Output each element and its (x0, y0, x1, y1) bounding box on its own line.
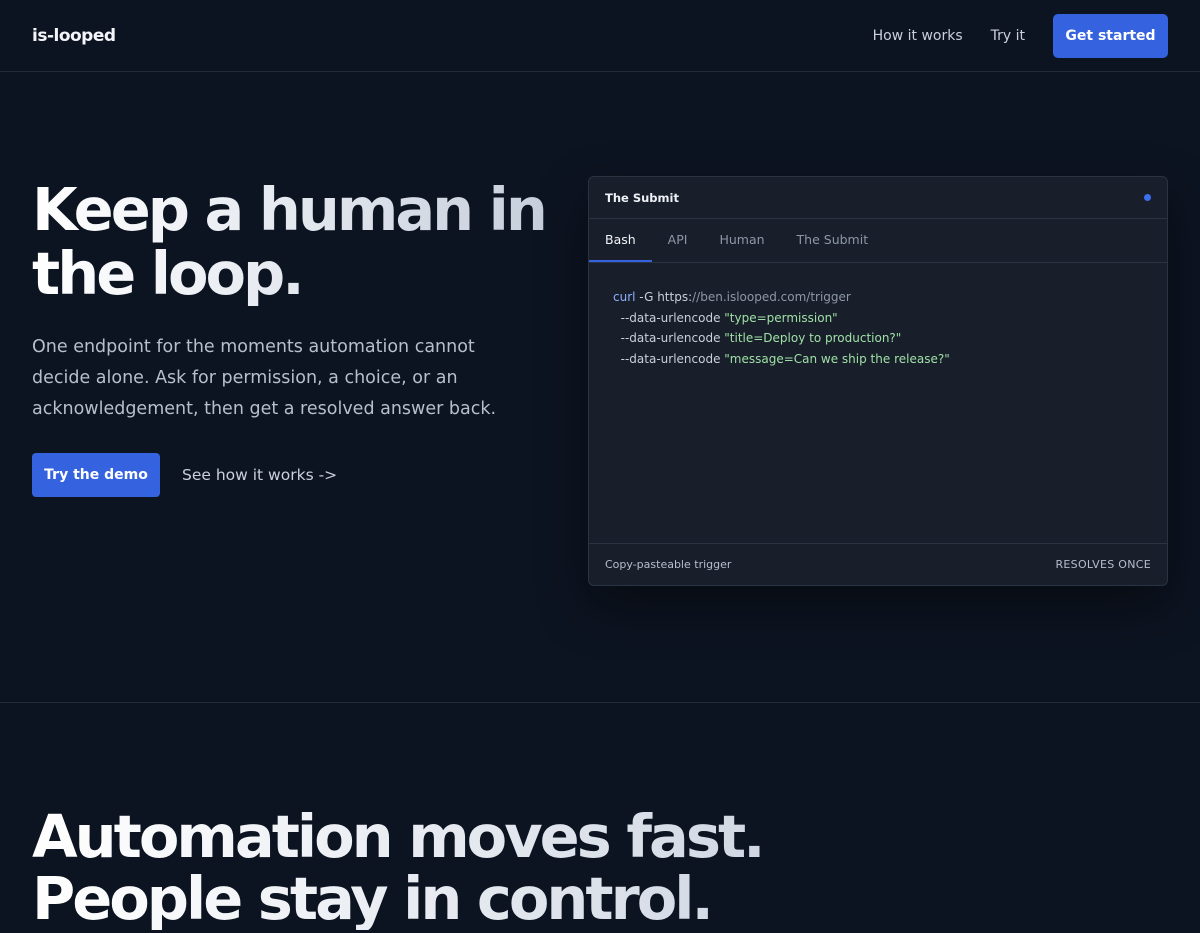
logo[interactable]: is-looped (32, 26, 116, 46)
get-started-button[interactable]: Get started (1053, 13, 1168, 58)
code-string-title: "title=Deploy to production?" (724, 331, 902, 345)
nav-how-it-works[interactable]: How it works (873, 28, 963, 44)
section-divider (0, 702, 1200, 703)
site-header: is-looped How it works Try it Get starte… (0, 0, 1200, 72)
resolves-once-badge: RESOLVES ONCE (1055, 558, 1151, 571)
tab-the-submit[interactable]: The Submit (781, 219, 885, 262)
code-string-type: "type=permission" (724, 310, 838, 325)
code-flag-line-4: --data-urlencode (613, 351, 725, 366)
hero-subtitle: One endpoint for the moments automation … (32, 337, 497, 419)
card-footer-label: Copy-pasteable trigger (605, 558, 732, 571)
card-header: The Submit (589, 177, 1167, 219)
hero-actions: Try the demo See how it works -> (32, 453, 337, 497)
tab-bash[interactable]: Bash (589, 219, 652, 262)
try-demo-button[interactable]: Try the demo (32, 453, 160, 497)
code-block[interactable]: curl -G https://ben.islooped.com/trigger… (589, 263, 1167, 543)
code-string-message: "message=Can we ship the release?" (724, 351, 950, 366)
top-nav: How it works Try it Get started (873, 13, 1168, 58)
hero-title-line-1: Keep a human in (32, 175, 545, 244)
code-tabs: Bash API Human The Submit (589, 219, 1167, 263)
nav-try-it[interactable]: Try it (991, 28, 1025, 44)
section-title-line-1: Automation moves fast. (32, 802, 763, 871)
code-flag-line-3: --data-urlencode (613, 331, 725, 345)
section-title-line-2: People stay in control. (32, 864, 711, 933)
code-sample-card: The Submit Bash API Human The Submit cur… (588, 176, 1168, 586)
status-dot-icon (1144, 194, 1151, 201)
code-command: curl (613, 290, 636, 304)
code-url-scheme: https: (657, 290, 693, 304)
card-title: The Submit (605, 190, 679, 205)
tab-human[interactable]: Human (703, 219, 780, 262)
code-flag-line-2: --data-urlencode (613, 310, 725, 325)
tab-api[interactable]: API (652, 219, 704, 262)
hero-title: Keep a human in the loop. (32, 178, 552, 306)
code-flag: -G (635, 290, 658, 304)
card-footer: Copy-pasteable trigger RESOLVES ONCE (589, 543, 1167, 585)
code-url: //ben.islooped.com/trigger (692, 290, 851, 304)
hero-title-line-2: the loop. (32, 239, 302, 308)
see-how-it-works-link[interactable]: See how it works -> (182, 466, 337, 484)
section-title: Automation moves fast. People stay in co… (32, 806, 932, 930)
